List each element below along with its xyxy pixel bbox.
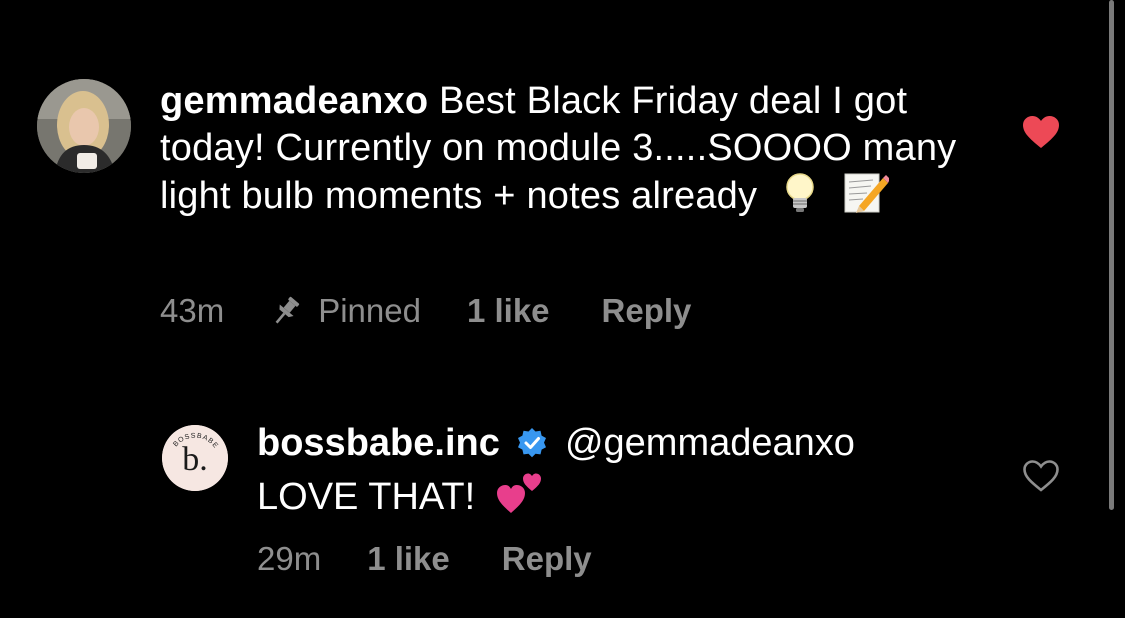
comment-timestamp: 29m	[257, 540, 322, 577]
avatar[interactable]	[37, 79, 131, 173]
reply-button[interactable]: Reply	[602, 292, 692, 330]
pin-icon	[275, 296, 300, 324]
scrollbar[interactable]	[1109, 0, 1114, 510]
light-bulb-icon	[782, 172, 818, 226]
like-button[interactable]	[1022, 115, 1060, 154]
memo-icon	[843, 172, 890, 226]
likes-count[interactable]: 1 like	[467, 292, 550, 330]
likes-count[interactable]: 1 like	[367, 540, 450, 578]
comment-meta: 29m 1 like Reply	[257, 540, 592, 578]
comment-bossbabe-inc: b. BOSSBABE bossbabe.inc @gemmadeanxo LO…	[0, 400, 1125, 618]
comment-body: LOVE THAT!	[257, 476, 476, 518]
verified-badge-icon	[516, 424, 548, 471]
comment-timestamp: 43m	[160, 292, 225, 329]
comment-username[interactable]: gemmadeanxo	[160, 80, 428, 122]
comment-username[interactable]: bossbabe.inc	[257, 422, 500, 464]
pinned-label: Pinned	[318, 292, 421, 329]
two-hearts-icon	[496, 471, 544, 527]
profile-photo	[37, 79, 131, 173]
bossbabe-logo: b. BOSSBABE	[162, 425, 228, 491]
reply-button[interactable]: Reply	[502, 540, 592, 578]
comment-meta: 43m Pinned 1 like Reply	[160, 292, 691, 330]
logo-letter: b.	[182, 441, 208, 478]
like-button[interactable]	[1022, 459, 1060, 498]
comment-text: bossbabe.inc @gemmadeanxo LOVE THAT!	[257, 420, 997, 527]
mention-link[interactable]: @gemmadeanxo	[565, 422, 855, 464]
avatar[interactable]: b. BOSSBABE	[162, 425, 228, 491]
heart-outline-icon	[1023, 460, 1059, 492]
pinned-indicator: Pinned	[268, 292, 421, 330]
heart-filled-icon	[1023, 116, 1059, 148]
comment-gemmadeanxo: gemmadeanxo Best Black Friday deal I got…	[0, 0, 1125, 360]
comment-text: gemmadeanxo Best Black Friday deal I got…	[160, 78, 980, 226]
